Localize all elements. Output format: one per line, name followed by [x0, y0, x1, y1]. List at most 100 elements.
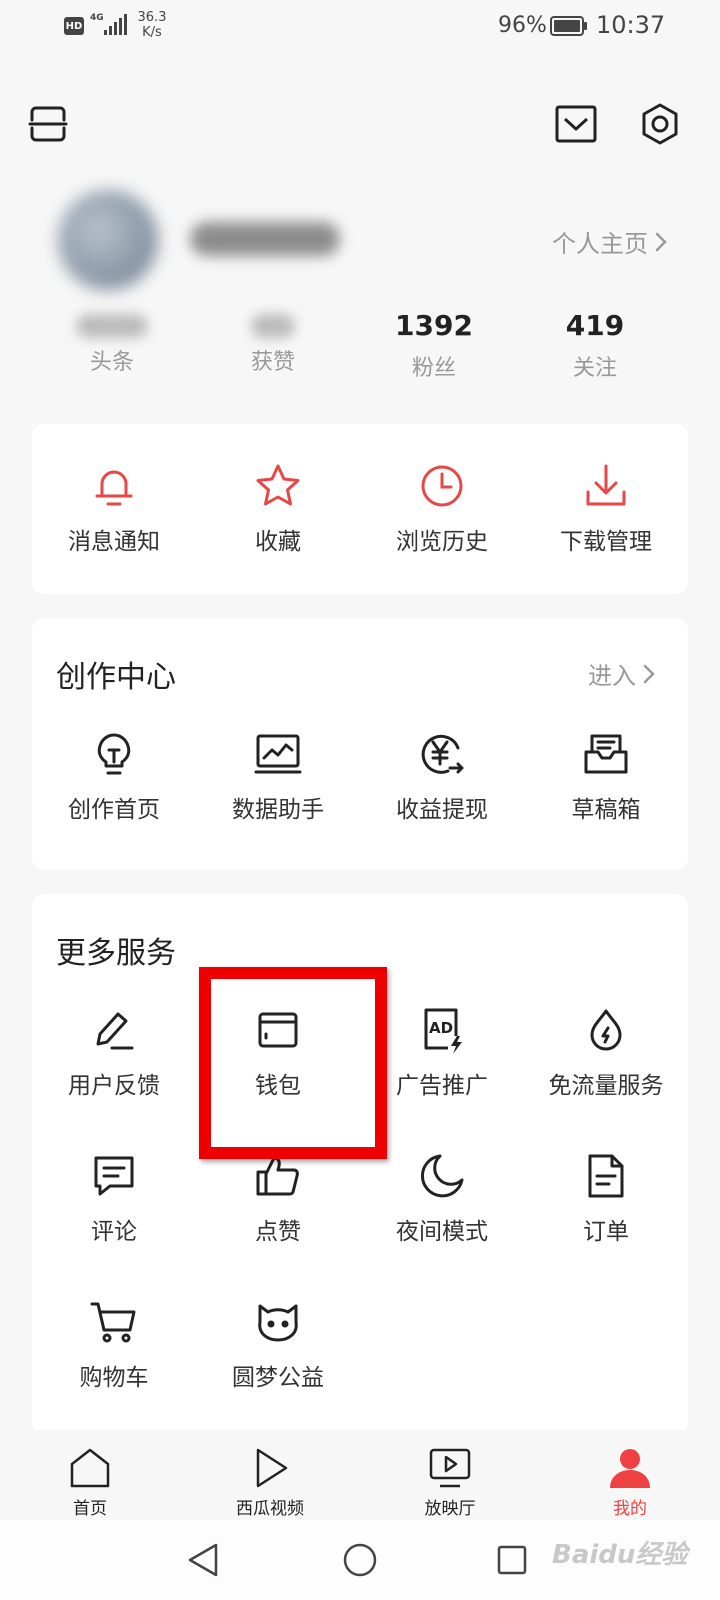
stat-fans[interactable]: 1392 粉丝: [352, 308, 516, 382]
quick-action-favorites[interactable]: 收藏: [196, 462, 360, 556]
clock-icon: [421, 465, 463, 507]
service-label: 广告推广: [396, 1073, 488, 1099]
chevron-right-icon: [643, 664, 655, 683]
creation-item-label: 草稿箱: [571, 797, 641, 823]
draft-box-icon: [584, 734, 628, 774]
service-label: 夜间模式: [396, 1219, 488, 1245]
mail-icon[interactable]: [552, 100, 600, 148]
enter-label: 进入: [588, 662, 636, 690]
service-night-mode[interactable]: 夜间模式: [360, 1152, 524, 1246]
person-icon: [610, 1449, 650, 1488]
moon-icon: [420, 1154, 464, 1198]
service-label: 购物车: [79, 1365, 149, 1391]
creation-drafts[interactable]: 草稿箱: [524, 730, 688, 824]
stat-label: 获赞: [250, 350, 295, 375]
speed-unit: K/s: [142, 25, 162, 40]
creation-item-label: 数据助手: [232, 797, 324, 823]
service-comments[interactable]: 评论: [32, 1152, 196, 1246]
play-icon: [256, 1448, 288, 1488]
stat-value: 419: [565, 309, 625, 342]
quick-action-label: 下载管理: [560, 529, 652, 555]
service-cart[interactable]: 购物车: [32, 1298, 196, 1392]
creation-center-enter-link[interactable]: 进入: [588, 656, 656, 691]
cart-icon: [90, 1302, 136, 1343]
battery-percent: 96%: [498, 13, 547, 38]
gear-icon[interactable]: [636, 100, 684, 148]
service-label: 订单: [583, 1219, 629, 1245]
nav-tab-xigua-video[interactable]: 西瓜视频: [180, 1446, 360, 1519]
bell-icon: [95, 470, 133, 506]
speed-value: 36.3: [137, 10, 167, 25]
highlight-annotation-box: [199, 967, 387, 1159]
lightbulb-icon: [97, 733, 131, 775]
stat-value: 1392: [395, 309, 473, 342]
signal-icon: [104, 14, 127, 35]
status-bar: HD 4G 36.3 K/s 96% 10:37: [0, 0, 720, 56]
nav-tab-home[interactable]: 首页: [0, 1446, 180, 1519]
scan-icon[interactable]: [24, 100, 72, 148]
creation-item-label: 创作首页: [68, 797, 160, 823]
nav-label: 首页: [73, 1499, 107, 1519]
tv-icon: [429, 1448, 471, 1488]
username-blurred[interactable]: [190, 222, 340, 256]
service-label: 用户反馈: [68, 1073, 160, 1099]
quick-action-label: 消息通知: [68, 529, 160, 555]
quick-action-label: 浏览历史: [396, 529, 488, 555]
stat-value-blurred: [251, 314, 295, 338]
quick-action-downloads[interactable]: 下载管理: [524, 462, 688, 556]
nav-label: 我的: [613, 1499, 647, 1519]
service-label: 免流量服务: [548, 1073, 664, 1099]
back-icon[interactable]: [186, 1542, 220, 1578]
document-icon: [588, 1154, 624, 1198]
nav-label: 放映厅: [424, 1499, 476, 1519]
chart-monitor-icon: [254, 734, 302, 774]
pen-icon: [96, 1012, 134, 1050]
stat-label: 粉丝: [411, 356, 456, 381]
stat-following[interactable]: 419 关注: [513, 308, 677, 382]
home-icon: [70, 1448, 110, 1488]
service-label: 评论: [91, 1219, 137, 1245]
stat-headlines[interactable]: 头条: [30, 308, 194, 376]
stat-label: 关注: [572, 356, 617, 381]
cat-face-icon: [258, 1304, 298, 1342]
drop-icon: [590, 1009, 622, 1051]
chevron-right-icon: [655, 232, 667, 251]
service-label: 点赞: [255, 1219, 301, 1245]
homepage-link[interactable]: 个人主页: [552, 224, 668, 259]
nav-label: 西瓜视频: [236, 1499, 304, 1519]
service-orders[interactable]: 订单: [524, 1152, 688, 1246]
service-label: 圆梦公益: [232, 1365, 324, 1391]
service-data-free[interactable]: 免流量服务: [524, 1006, 688, 1100]
nav-tab-theater[interactable]: 放映厅: [360, 1446, 540, 1519]
creation-home[interactable]: 创作首页: [32, 730, 196, 824]
service-likes[interactable]: 点赞: [196, 1152, 360, 1246]
stat-label: 头条: [89, 350, 134, 375]
quick-action-history[interactable]: 浏览历史: [360, 462, 524, 556]
download-icon: [586, 464, 626, 506]
hd-badge: HD: [64, 17, 84, 35]
ad-icon: AD: [424, 1008, 462, 1054]
thumb-up-icon: [256, 1156, 299, 1196]
comment-icon: [94, 1156, 134, 1196]
homepage-link-label: 个人主页: [552, 230, 648, 258]
clock: 10:37: [596, 11, 666, 39]
quick-action-notifications[interactable]: 消息通知: [32, 462, 196, 556]
creation-earnings[interactable]: 收益提现: [360, 730, 524, 824]
yen-icon: [421, 734, 464, 774]
creation-data-assistant[interactable]: 数据助手: [196, 730, 360, 824]
home-circle-icon[interactable]: [342, 1542, 378, 1578]
watermark: Baidu经验: [552, 1540, 688, 1570]
nav-tab-mine[interactable]: 我的: [540, 1446, 720, 1519]
stat-likes[interactable]: 获赞: [191, 308, 355, 376]
quick-action-label: 收藏: [255, 529, 301, 555]
creation-item-label: 收益提现: [396, 797, 488, 823]
svg-text:AD: AD: [429, 1019, 453, 1037]
recents-icon[interactable]: [496, 1544, 528, 1576]
service-charity[interactable]: 圆梦公益: [196, 1298, 360, 1392]
creation-center-title: 创作中心: [56, 660, 176, 695]
service-feedback[interactable]: 用户反馈: [32, 1006, 196, 1100]
avatar[interactable]: [58, 190, 158, 290]
battery-icon: [550, 16, 587, 36]
stat-value-blurred: [76, 314, 148, 338]
more-services-title: 更多服务: [56, 936, 176, 971]
